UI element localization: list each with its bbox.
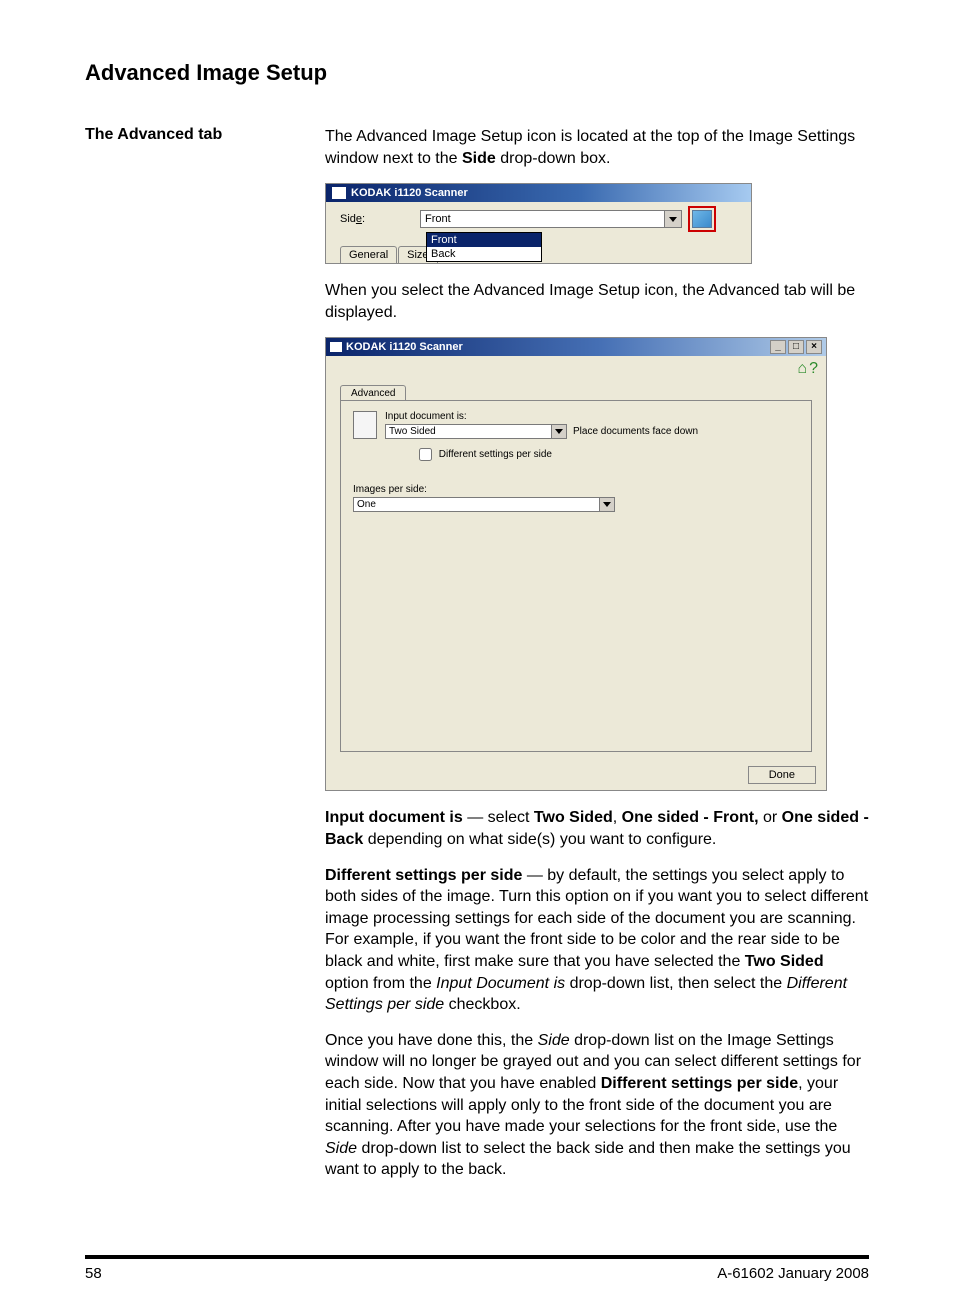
side-dropdown-list[interactable]: Front Back bbox=[426, 232, 542, 262]
document-id: A-61602 January 2008 bbox=[717, 1265, 869, 1282]
different-settings-checkbox[interactable] bbox=[419, 448, 432, 461]
chevron-down-icon bbox=[603, 502, 611, 507]
different-settings-label: Different settings per side bbox=[439, 450, 552, 461]
txt: Side bbox=[325, 1140, 357, 1157]
intro-paragraph: The Advanced Image Setup icon is located… bbox=[325, 126, 869, 169]
images-per-side-value: One bbox=[354, 498, 599, 511]
mid-paragraph: When you select the Advanced Image Setup… bbox=[325, 280, 869, 323]
input-document-label: Input document is: bbox=[385, 411, 799, 422]
intro-text-c: drop-down box. bbox=[496, 150, 611, 167]
advanced-image-setup-icon bbox=[692, 210, 712, 228]
txt: Input Document is bbox=[436, 975, 565, 992]
scanner-icon bbox=[330, 342, 342, 352]
tab-advanced[interactable]: Advanced bbox=[340, 385, 406, 401]
window-titlebar: KODAK i1120 Scanner bbox=[326, 184, 751, 202]
input-document-value: Two Sided bbox=[386, 425, 551, 438]
txt: Two Sided bbox=[534, 809, 613, 826]
window-titlebar: KODAK i1120 Scanner _ □ × bbox=[326, 338, 826, 356]
maximize-icon[interactable]: □ bbox=[788, 340, 804, 354]
side-dropdown[interactable]: Front bbox=[420, 210, 682, 228]
txt: , bbox=[613, 809, 622, 826]
scanner-icon bbox=[332, 187, 346, 199]
intro-side-bold: Side bbox=[462, 150, 496, 167]
images-per-side-label: Images per side: bbox=[353, 484, 799, 495]
txt: drop-down list to select the back side a… bbox=[325, 1140, 851, 1179]
txt: depending on what side(s) you want to co… bbox=[363, 831, 716, 848]
help-icon[interactable]: ? bbox=[809, 360, 818, 378]
page-footer: 58 A-61602 January 2008 bbox=[85, 1255, 869, 1282]
place-documents-note: Place documents face down bbox=[573, 426, 698, 437]
close-icon[interactable]: × bbox=[806, 340, 822, 354]
side-dropdown-value: Front bbox=[421, 211, 664, 227]
side-heading: The Advanced tab bbox=[85, 126, 325, 144]
dropdown-button[interactable] bbox=[551, 425, 566, 438]
txt: One sided - Front, bbox=[622, 809, 759, 826]
side-option-front[interactable]: Front bbox=[427, 233, 541, 247]
txt: or bbox=[759, 809, 782, 826]
side-label-accel: e bbox=[356, 213, 362, 225]
side-dropdown-paragraph: Once you have done this, the Side drop-d… bbox=[325, 1030, 869, 1181]
txt: option from the bbox=[325, 975, 436, 992]
dropdown-button[interactable] bbox=[599, 498, 614, 511]
window-title: KODAK i1120 Scanner bbox=[346, 341, 463, 353]
side-label: Side: bbox=[340, 213, 420, 225]
screenshot-image-settings-top: KODAK i1120 Scanner Side: Front Front Ba… bbox=[325, 183, 752, 264]
done-button[interactable]: Done bbox=[748, 766, 816, 784]
tab-general[interactable]: General bbox=[340, 246, 397, 263]
different-settings-paragraph: Different settings per side — by default… bbox=[325, 865, 869, 1016]
advanced-panel: Input document is: Two Sided Place docum… bbox=[340, 400, 812, 752]
txt: Two Sided bbox=[745, 953, 824, 970]
screenshot-advanced-tab: KODAK i1120 Scanner _ □ × ⌂ ? Advanced bbox=[325, 337, 827, 791]
txt: — select bbox=[463, 809, 534, 826]
input-document-dropdown[interactable]: Two Sided bbox=[385, 424, 567, 439]
window-title: KODAK i1120 Scanner bbox=[351, 187, 468, 199]
page-title: Advanced Image Setup bbox=[85, 60, 869, 86]
txt: drop-down list, then select the bbox=[565, 975, 786, 992]
home-icon[interactable]: ⌂ bbox=[797, 360, 807, 378]
side-option-back[interactable]: Back bbox=[427, 247, 541, 261]
images-per-side-dropdown[interactable]: One bbox=[353, 497, 615, 512]
txt: Different settings per side bbox=[325, 867, 522, 884]
chevron-down-icon bbox=[669, 217, 677, 222]
txt: Input document is bbox=[325, 809, 463, 826]
txt: checkbox. bbox=[444, 996, 520, 1013]
document-icon bbox=[353, 411, 377, 439]
minimize-icon[interactable]: _ bbox=[770, 340, 786, 354]
chevron-down-icon bbox=[555, 429, 563, 434]
dropdown-button[interactable] bbox=[664, 211, 681, 227]
txt: Once you have done this, the bbox=[325, 1032, 538, 1049]
page-number: 58 bbox=[85, 1265, 102, 1282]
input-document-paragraph: Input document is — select Two Sided, On… bbox=[325, 807, 869, 850]
advanced-image-setup-button[interactable] bbox=[688, 206, 716, 232]
txt: Side bbox=[538, 1032, 570, 1049]
txt: Different settings per side bbox=[601, 1075, 798, 1092]
